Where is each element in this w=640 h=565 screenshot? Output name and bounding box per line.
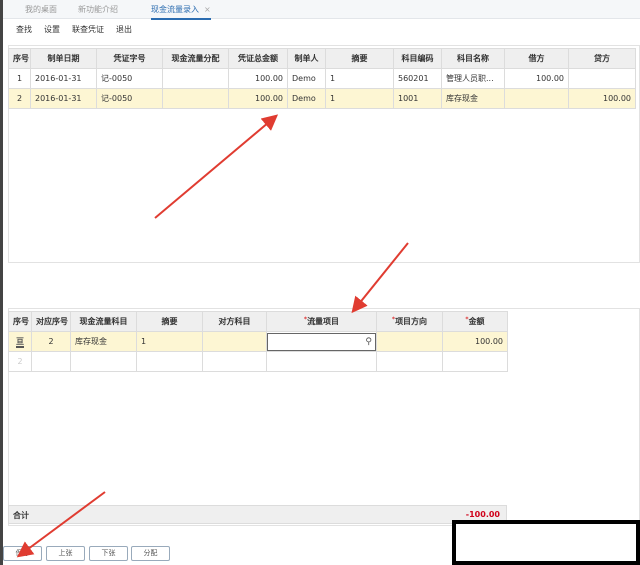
col-header: 现金流量科目 [70, 311, 137, 332]
cell: 1 [325, 88, 394, 109]
col-header: 科目名称 [441, 48, 505, 69]
cell [202, 331, 267, 352]
col-header: 借方 [504, 48, 569, 69]
cell: 2 [31, 331, 71, 352]
cell: 记-0050 [96, 88, 163, 109]
toolbar: 查找 设置 联查凭证 退出 [16, 24, 132, 35]
col-header: 摘要 [136, 311, 203, 332]
cell: 管理人员职... [441, 68, 505, 89]
col-header: 制单人 [287, 48, 326, 69]
header-label: 项目方向 [395, 317, 428, 326]
cell [162, 88, 229, 109]
header-label: 流量项目 [307, 317, 340, 326]
col-header: 凭证总金额 [228, 48, 288, 69]
previous-button[interactable]: 上张 [46, 546, 85, 561]
cell [504, 88, 569, 109]
col-header: *流量项目 [266, 311, 377, 332]
tab-new-features[interactable]: 新功能介绍 [78, 4, 118, 15]
col-header: 制单日期 [30, 48, 97, 69]
exit-button[interactable]: 退出 [116, 24, 132, 35]
cell: 库存现金 [441, 88, 505, 109]
cell: 100.00 [228, 68, 288, 89]
cell: 库存现金 [70, 331, 137, 352]
col-header: *金额 [442, 311, 508, 332]
find-button[interactable]: 查找 [16, 24, 32, 35]
col-header: 对应序号 [31, 311, 71, 332]
table-row[interactable]: 2 [8, 351, 508, 372]
cell: 记-0050 [96, 68, 163, 89]
col-header: 序号 [8, 48, 31, 69]
grid-header: 序号 对应序号 现金流量科目 摘要 对方科目 *流量项目 *项目方向 *金额 [8, 311, 508, 332]
window-edge [0, 0, 3, 565]
cell[interactable] [266, 351, 377, 372]
cell: 2016-01-31 [30, 68, 97, 89]
col-header: *项目方向 [376, 311, 443, 332]
cell[interactable] [376, 331, 443, 352]
tab-desktop[interactable]: 我的桌面 [25, 4, 57, 15]
cell: 100.00 [228, 88, 288, 109]
cell: 1001 [393, 88, 442, 109]
cell[interactable]: 100.00 [442, 331, 508, 352]
cell: 1 [325, 68, 394, 89]
cell[interactable] [31, 351, 71, 372]
cell[interactable] [442, 351, 508, 372]
cell[interactable] [136, 351, 203, 372]
cell: 1 [136, 331, 203, 352]
table-row[interactable]: 1 2016-01-31 记-0050 100.00 Demo 1 560201 管理人员职.… [8, 68, 636, 89]
table-row-selected[interactable]: 亘 2 库存现金 1 ⚲ 100.00 [8, 331, 508, 352]
table-row-selected[interactable]: 2 2016-01-31 记-0050 100.00 Demo 1 1001 库存现金 100.… [8, 88, 636, 109]
close-icon[interactable]: × [204, 5, 211, 14]
row-delete-icon[interactable]: 亘 [16, 337, 24, 348]
cell[interactable]: ⚲ [266, 331, 377, 352]
cell: 100.00 [568, 88, 636, 109]
redaction-box [452, 520, 640, 565]
cell: 2 [8, 351, 32, 372]
search-icon[interactable]: ⚲ [365, 337, 372, 347]
cell: Demo [287, 88, 326, 109]
cell [162, 68, 229, 89]
settings-button[interactable]: 设置 [44, 24, 60, 35]
total-value: -100.00 [465, 510, 500, 519]
cell[interactable] [202, 351, 267, 372]
col-header: 科目编码 [393, 48, 442, 69]
cash-flow-grid: 序号 对应序号 现金流量科目 摘要 对方科目 *流量项目 *项目方向 *金额 亘 2 库存… [8, 311, 508, 372]
linked-voucher-button[interactable]: 联查凭证 [72, 24, 104, 35]
next-button[interactable]: 下张 [89, 546, 128, 561]
cell [568, 68, 636, 89]
cell: 1 [8, 68, 31, 89]
allocate-button[interactable]: 分配 [131, 546, 170, 561]
cell: 2016-01-31 [30, 88, 97, 109]
tab-cash-flow-entry[interactable]: 现金流量录入 × [151, 4, 211, 20]
col-header: 序号 [8, 311, 32, 332]
cell: Demo [287, 68, 326, 89]
grid-header: 序号 制单日期 凭证字号 现金流量分配 凭证总金额 制单人 摘要 科目编码 科目名称 借方 贷方 [8, 48, 636, 69]
cell: 560201 [393, 68, 442, 89]
tab-label: 现金流量录入 [151, 5, 199, 14]
cell: 2 [8, 88, 31, 109]
cell[interactable] [70, 351, 137, 372]
tab-bar: 我的桌面 新功能介绍 现金流量录入 × [3, 0, 640, 20]
cell[interactable] [376, 351, 443, 372]
col-header: 现金流量分配 [162, 48, 229, 69]
save-button[interactable]: 保存 [3, 546, 42, 561]
col-header: 贷方 [568, 48, 636, 69]
voucher-grid: 序号 制单日期 凭证字号 现金流量分配 凭证总金额 制单人 摘要 科目编码 科目名称 借方 贷方 1… [8, 48, 636, 109]
total-label: 合计 [13, 511, 29, 520]
col-header: 摘要 [325, 48, 394, 69]
cell[interactable]: 亘 [8, 331, 32, 352]
flow-item-input[interactable]: ⚲ [267, 332, 376, 351]
header-label: 金额 [468, 317, 485, 326]
total-row: 合计 -100.00 [8, 505, 507, 524]
col-header: 凭证字号 [96, 48, 163, 69]
cell: 100.00 [504, 68, 569, 89]
col-header: 对方科目 [202, 311, 267, 332]
